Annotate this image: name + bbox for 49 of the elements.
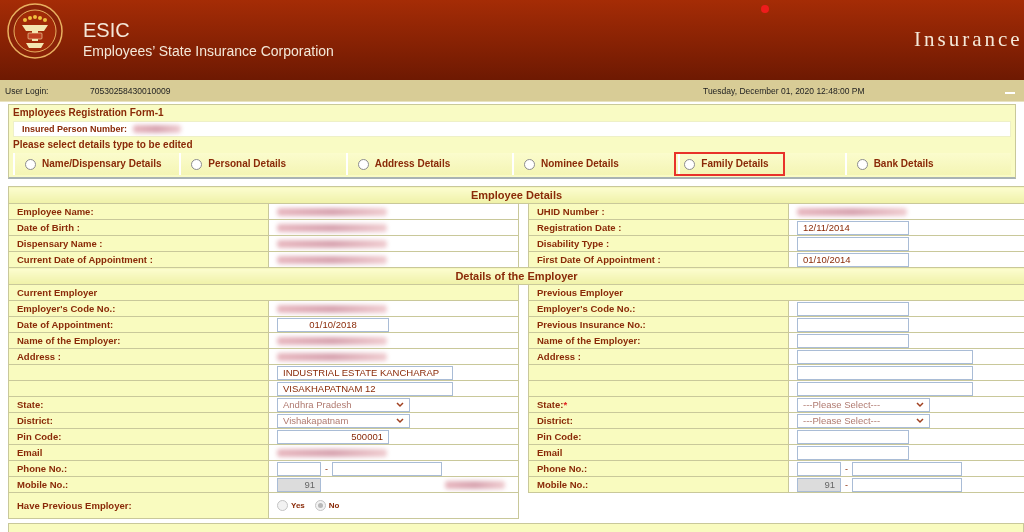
text-field[interactable]: [797, 445, 909, 460]
login-label: User Login:: [5, 87, 49, 96]
organization-name: Employees’ State Insurance Corporation: [83, 44, 334, 58]
brand-acronym: ESIC: [83, 20, 130, 40]
radio-button[interactable]: [684, 158, 696, 170]
text-field[interactable]: 01/10/2014: [797, 252, 909, 267]
login-value: 70530258430010009: [90, 87, 171, 96]
section-heading: Employee Details: [8, 186, 1024, 204]
text-field[interactable]: VISAKHAPATNAM 12: [277, 381, 453, 396]
text-field[interactable]: 01/10/2018: [277, 317, 389, 332]
field-label: Have Previous Employer:: [8, 492, 269, 519]
option-label[interactable]: Bank Details: [873, 158, 934, 170]
separator-text: -: [845, 462, 848, 475]
logo-drawing: [7, 3, 63, 59]
dropdown[interactable]: Andhra Pradesh: [277, 397, 410, 412]
text-field[interactable]: [277, 461, 321, 476]
text-field[interactable]: 12/11/2014: [797, 220, 909, 235]
text-field[interactable]: INDUSTRIAL ESTATE KANCHARAP: [277, 365, 453, 380]
radio-button[interactable]: [856, 158, 868, 170]
text-field[interactable]: [797, 349, 973, 364]
radio-button[interactable]: [191, 158, 203, 170]
text-field[interactable]: [797, 429, 909, 444]
text-field[interactable]: [797, 301, 909, 316]
text-field[interactable]: [332, 461, 442, 476]
dropdown[interactable]: ---Please Select---: [797, 413, 930, 428]
field-label: Insured Person Number:: [22, 123, 128, 135]
blurred-value: [445, 480, 505, 489]
separator-text: -: [325, 462, 328, 475]
text-field[interactable]: [797, 236, 909, 251]
dot-icon: [761, 5, 769, 13]
date-time: Tuesday, December 01, 2020 12:48:00 PM: [703, 87, 865, 96]
banner-text: Insurance: [914, 29, 1023, 50]
form-title: Employees Registration Form-1: [13, 107, 164, 119]
minimize-icon[interactable]: [1005, 92, 1015, 94]
dropdown[interactable]: Vishakapatnam: [277, 413, 410, 428]
text-field[interactable]: [797, 365, 973, 380]
form-prompt: Please select details type to be edited: [13, 139, 193, 151]
text-field[interactable]: [797, 333, 909, 348]
text-field[interactable]: 500001: [277, 429, 389, 444]
dropdown[interactable]: ---Please Select---: [797, 397, 930, 412]
text-field[interactable]: [797, 461, 841, 476]
radio-button[interactable]: [357, 158, 369, 170]
radio-button[interactable]: [25, 158, 36, 170]
text-field[interactable]: [852, 477, 962, 492]
text-field[interactable]: [797, 381, 973, 396]
text-field[interactable]: [852, 461, 962, 476]
radio-button[interactable]: [524, 158, 535, 170]
separator-text: -: [845, 478, 848, 491]
text-field[interactable]: [797, 317, 909, 332]
